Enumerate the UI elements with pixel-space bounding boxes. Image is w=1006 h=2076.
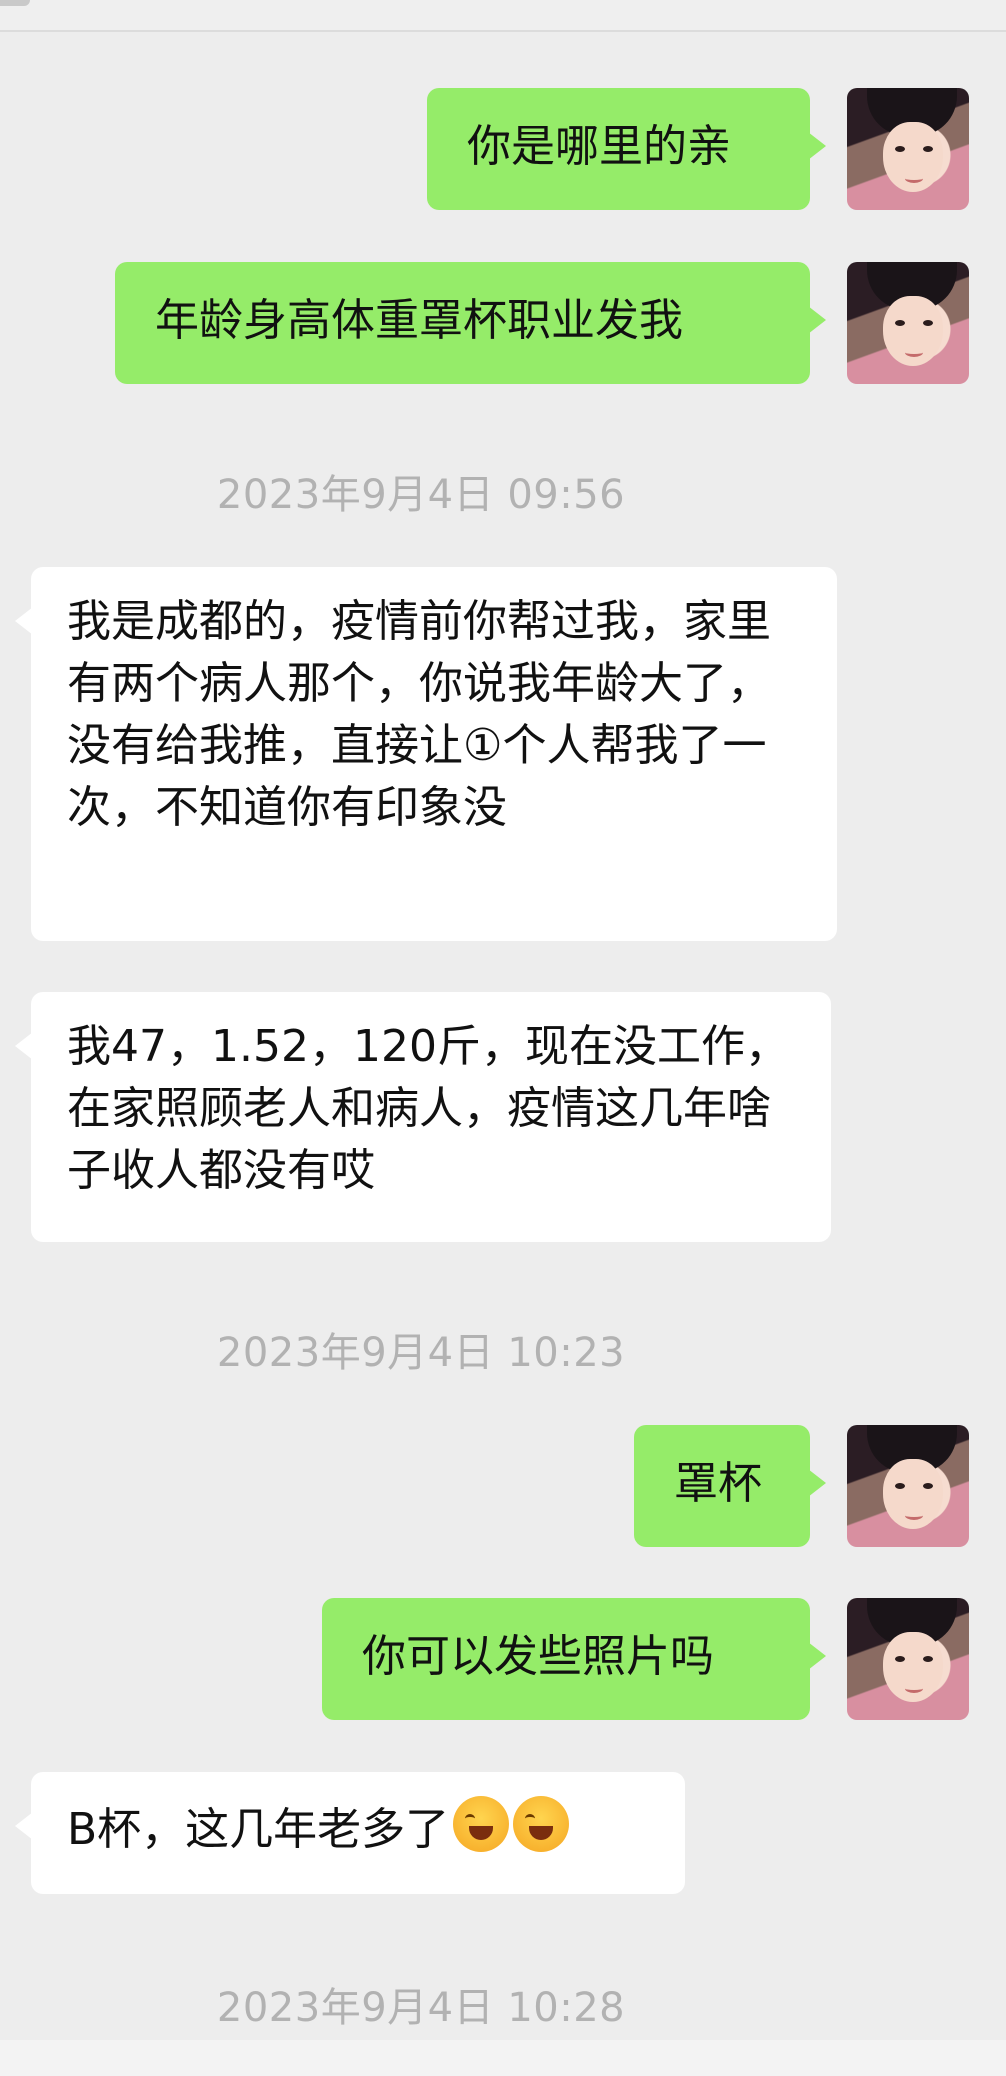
message-text: 我47，1.52，120斤，现在没工作，在家照顾老人和病人，疫情这几年啥子收人都… — [67, 1021, 789, 1196]
top-divider — [0, 0, 1006, 32]
chat-bubble-received[interactable]: 我47，1.52，120斤，现在没工作，在家照顾老人和病人，疫情这几年啥子收人都… — [15, 992, 831, 1242]
chat-bubble-sent[interactable]: 你可以发些照片吗 — [322, 1598, 826, 1720]
message-text: 我是成都的，疫情前你帮过我，家里有两个病人那个，你说我年龄大了，没有给我推，直接… — [67, 596, 771, 833]
timestamp: 2023年9月4日 10:23 — [216, 1330, 626, 1376]
timestamp: 2023年9月4日 09:56 — [216, 472, 626, 518]
chat-bubble-sent[interactable]: 罩杯 — [634, 1425, 826, 1547]
chat-bubble-sent[interactable]: 你是哪里的亲 — [427, 88, 826, 210]
chat-bubble-received[interactable]: B杯，这几年老多了 — [15, 1772, 685, 1894]
user-avatar[interactable] — [847, 1598, 969, 1720]
top-corner — [0, 0, 30, 6]
message-text: 年龄身高体重罩杯职业发我 — [155, 295, 683, 346]
user-avatar[interactable] — [847, 262, 969, 384]
chat-bubble-received[interactable]: 我是成都的，疫情前你帮过我，家里有两个病人那个，你说我年龄大了，没有给我推，直接… — [15, 567, 837, 941]
timestamp: 2023年9月4日 10:28 — [216, 1985, 626, 2031]
chat-bubble-sent[interactable]: 年龄身高体重罩杯职业发我 — [115, 262, 826, 384]
message-text: 你是哪里的亲 — [467, 121, 731, 172]
user-avatar[interactable] — [847, 88, 969, 210]
message-text: 罩杯 — [674, 1458, 762, 1509]
crying-laughing-emoji-icon — [513, 1796, 570, 1852]
message-text: B杯，这几年老多了 — [67, 1804, 450, 1855]
message-text: 你可以发些照片吗 — [362, 1631, 714, 1682]
input-bar — [0, 2040, 1006, 2076]
user-avatar[interactable] — [847, 1425, 969, 1547]
crying-laughing-emoji-icon — [453, 1796, 510, 1852]
